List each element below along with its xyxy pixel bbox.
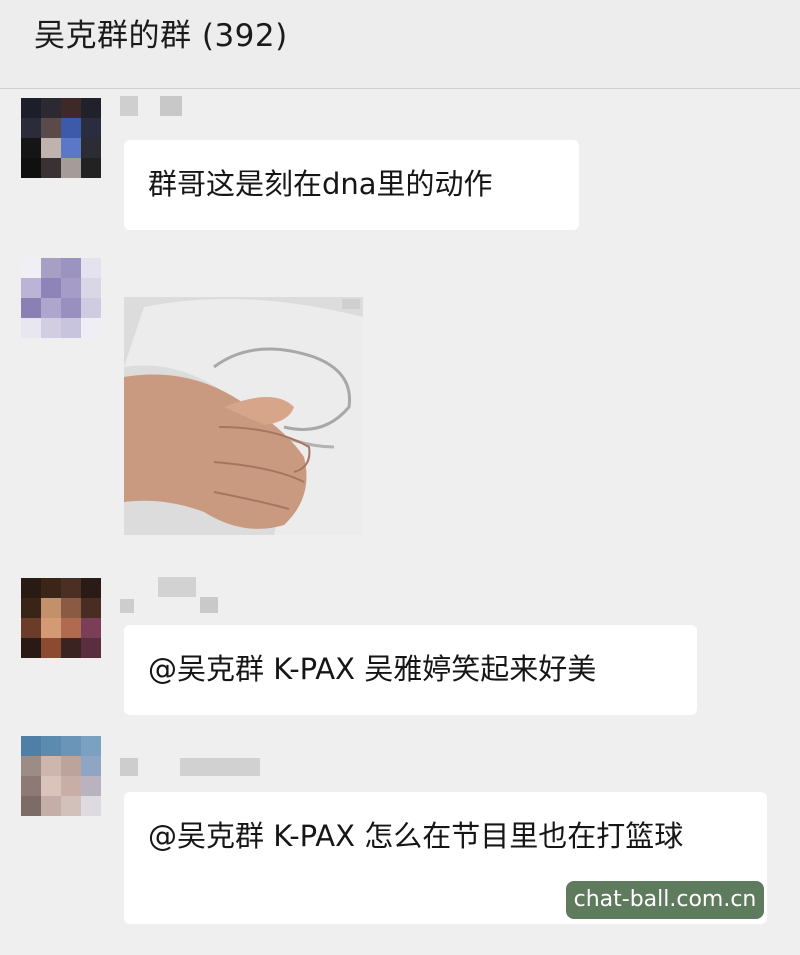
sender-nickname-blurred <box>120 577 220 617</box>
sender-nickname-blurred <box>120 756 270 778</box>
site-watermark: chat-ball.com.cn <box>566 881 764 919</box>
chat-header: 吴克群的群 (392) <box>0 0 800 89</box>
group-title[interactable]: 吴克群的群 (392) <box>34 10 288 55</box>
avatar[interactable] <box>21 736 101 816</box>
message-text: 群哥这是刻在dna里的动作 <box>148 167 493 201</box>
avatar[interactable] <box>21 578 101 658</box>
baby-hand-photo <box>124 297 363 535</box>
message-text: @吴克群 K-PAX 吴雅婷笑起来好美 <box>148 652 597 686</box>
sender-nickname-blurred <box>120 96 184 118</box>
message-bubble[interactable]: @吴克群 K-PAX 吴雅婷笑起来好美 <box>124 625 697 715</box>
message-text: @吴克群 K-PAX 怎么在节目里也在打篮球 <box>148 819 684 853</box>
avatar[interactable] <box>21 258 101 338</box>
shared-image[interactable] <box>124 297 363 535</box>
avatar[interactable] <box>21 98 101 178</box>
message-bubble[interactable]: 群哥这是刻在dna里的动作 <box>124 140 579 230</box>
